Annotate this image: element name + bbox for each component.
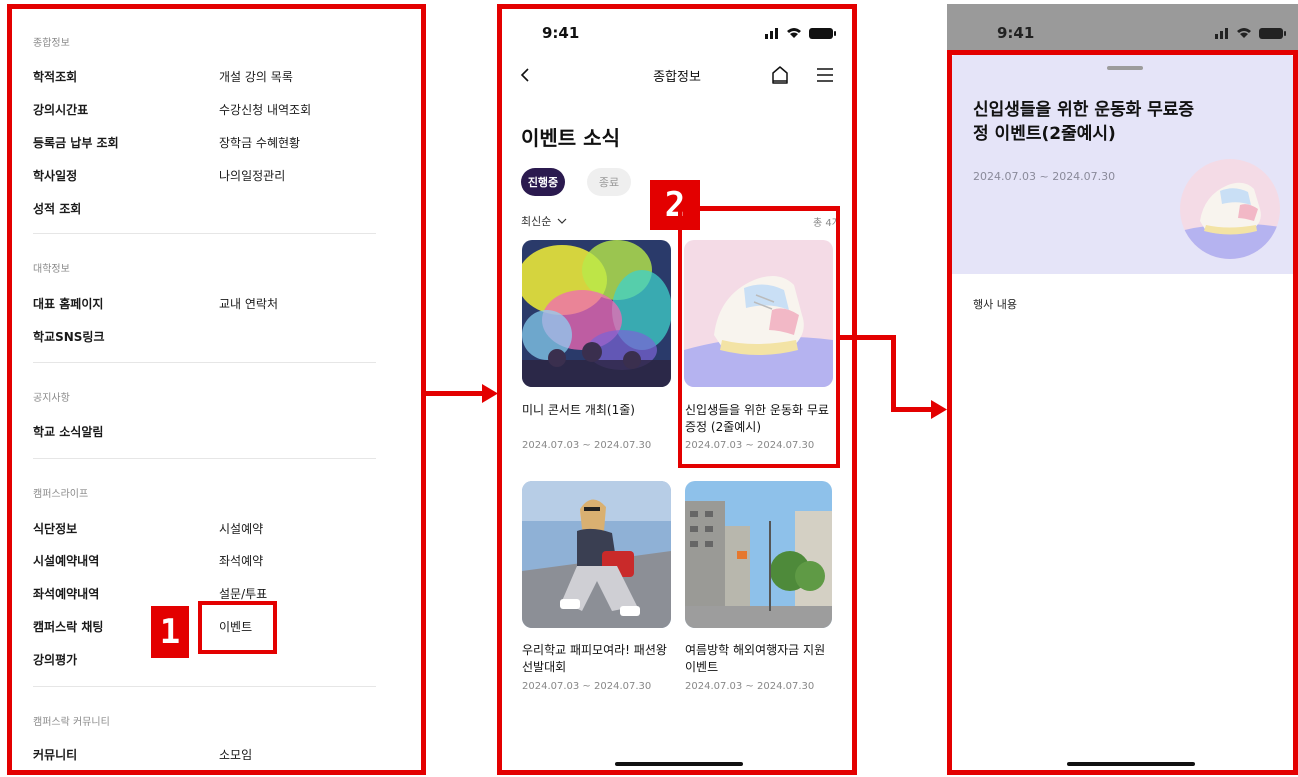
step-badge-1: 1 — [151, 606, 189, 658]
wifi-icon — [1237, 28, 1251, 38]
flow-arrow-head-icon — [931, 400, 947, 419]
status-time: 9:41 — [997, 24, 1035, 42]
highlight-frame-event-detail — [947, 50, 1298, 775]
flow-arrow-line — [891, 407, 935, 412]
flow-arrow-line — [891, 335, 896, 412]
flow-arrow-head-icon — [482, 384, 498, 403]
battery-icon — [1259, 28, 1286, 39]
highlight-sneaker-card — [678, 206, 840, 468]
highlight-frame-menu — [7, 4, 426, 775]
signal-icon — [1215, 28, 1228, 39]
status-icons — [1215, 28, 1286, 39]
highlight-event-menu — [198, 601, 277, 654]
flow-arrow-line — [840, 335, 896, 340]
flow-arrow-line — [426, 391, 488, 396]
